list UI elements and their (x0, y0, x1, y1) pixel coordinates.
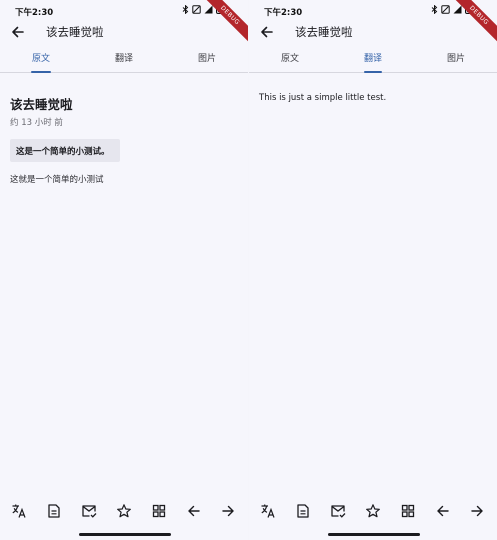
tab-images[interactable]: 图片 (166, 51, 248, 64)
bluetooth-icon (182, 5, 189, 14)
translate-icon[interactable] (9, 501, 29, 521)
translate-icon[interactable] (258, 501, 278, 521)
app-bar: 该去睡觉啦 (0, 20, 248, 44)
original-content: 该去睡觉啦 约 13 小时 前 这是一个简单的小测试。 这就是一个简单的小测试 (0, 72, 248, 492)
tab-original[interactable]: 原文 (249, 51, 331, 64)
star-icon[interactable] (114, 501, 134, 521)
document-icon[interactable] (293, 501, 313, 521)
page-title: 该去睡觉啦 (46, 25, 104, 39)
tab-translation[interactable]: 翻译 (332, 51, 414, 64)
bluetooth-icon (431, 5, 438, 14)
mark-read-icon[interactable] (79, 501, 99, 521)
status-time: 下午2:30 (264, 8, 303, 18)
screen-translation: 下午2:30 DEBUG 该去睡觉啦 原文 翻译 图片 This is just… (249, 0, 497, 540)
tab-bar: 原文 翻译 图片 (249, 44, 497, 73)
signal-icon (453, 5, 462, 14)
star-icon[interactable] (363, 501, 383, 521)
gesture-nav-handle[interactable] (328, 533, 420, 536)
signal-icon (204, 5, 213, 14)
post-time: 约 13 小时 前 (10, 118, 63, 128)
status-bar: 下午2:30 DEBUG (249, 0, 497, 48)
app-bar: 该去睡觉啦 (249, 20, 497, 44)
post-body: 这就是一个简单的小测试 (10, 175, 104, 185)
tab-original[interactable]: 原文 (0, 51, 82, 64)
mark-read-icon[interactable] (328, 501, 348, 521)
grid-icon[interactable] (398, 501, 418, 521)
arrow-right-icon[interactable] (467, 501, 487, 521)
back-arrow-icon[interactable] (257, 22, 277, 42)
tab-translation[interactable]: 翻译 (83, 51, 165, 64)
post-title: 该去睡觉啦 (10, 97, 73, 112)
translated-text: This is just a simple little test. (259, 93, 387, 103)
dnd-icon (192, 5, 201, 14)
tab-images[interactable]: 图片 (415, 51, 497, 64)
tab-bar: 原文 翻译 图片 (0, 44, 248, 73)
bottom-toolbar (0, 495, 248, 527)
quote-text: 这是一个简单的小测试。 (16, 147, 110, 157)
grid-icon[interactable] (149, 501, 169, 521)
page-title: 该去睡觉啦 (295, 25, 353, 39)
back-arrow-icon[interactable] (8, 22, 28, 42)
dnd-icon (441, 5, 450, 14)
gesture-nav-handle[interactable] (79, 533, 171, 536)
document-icon[interactable] (44, 501, 64, 521)
status-bar: 下午2:30 DEBUG (0, 0, 248, 48)
bottom-toolbar (249, 495, 497, 527)
translation-content: This is just a simple little test. (249, 72, 497, 492)
arrow-left-icon[interactable] (184, 501, 204, 521)
arrow-right-icon[interactable] (218, 501, 238, 521)
quote-block: 这是一个简单的小测试。 (10, 139, 120, 162)
arrow-left-icon[interactable] (433, 501, 453, 521)
screen-original: 下午2:30 DEBUG 该去睡觉啦 原文 翻译 图片 该去睡觉啦 约 13 小… (0, 0, 248, 540)
status-time: 下午2:30 (15, 8, 54, 18)
